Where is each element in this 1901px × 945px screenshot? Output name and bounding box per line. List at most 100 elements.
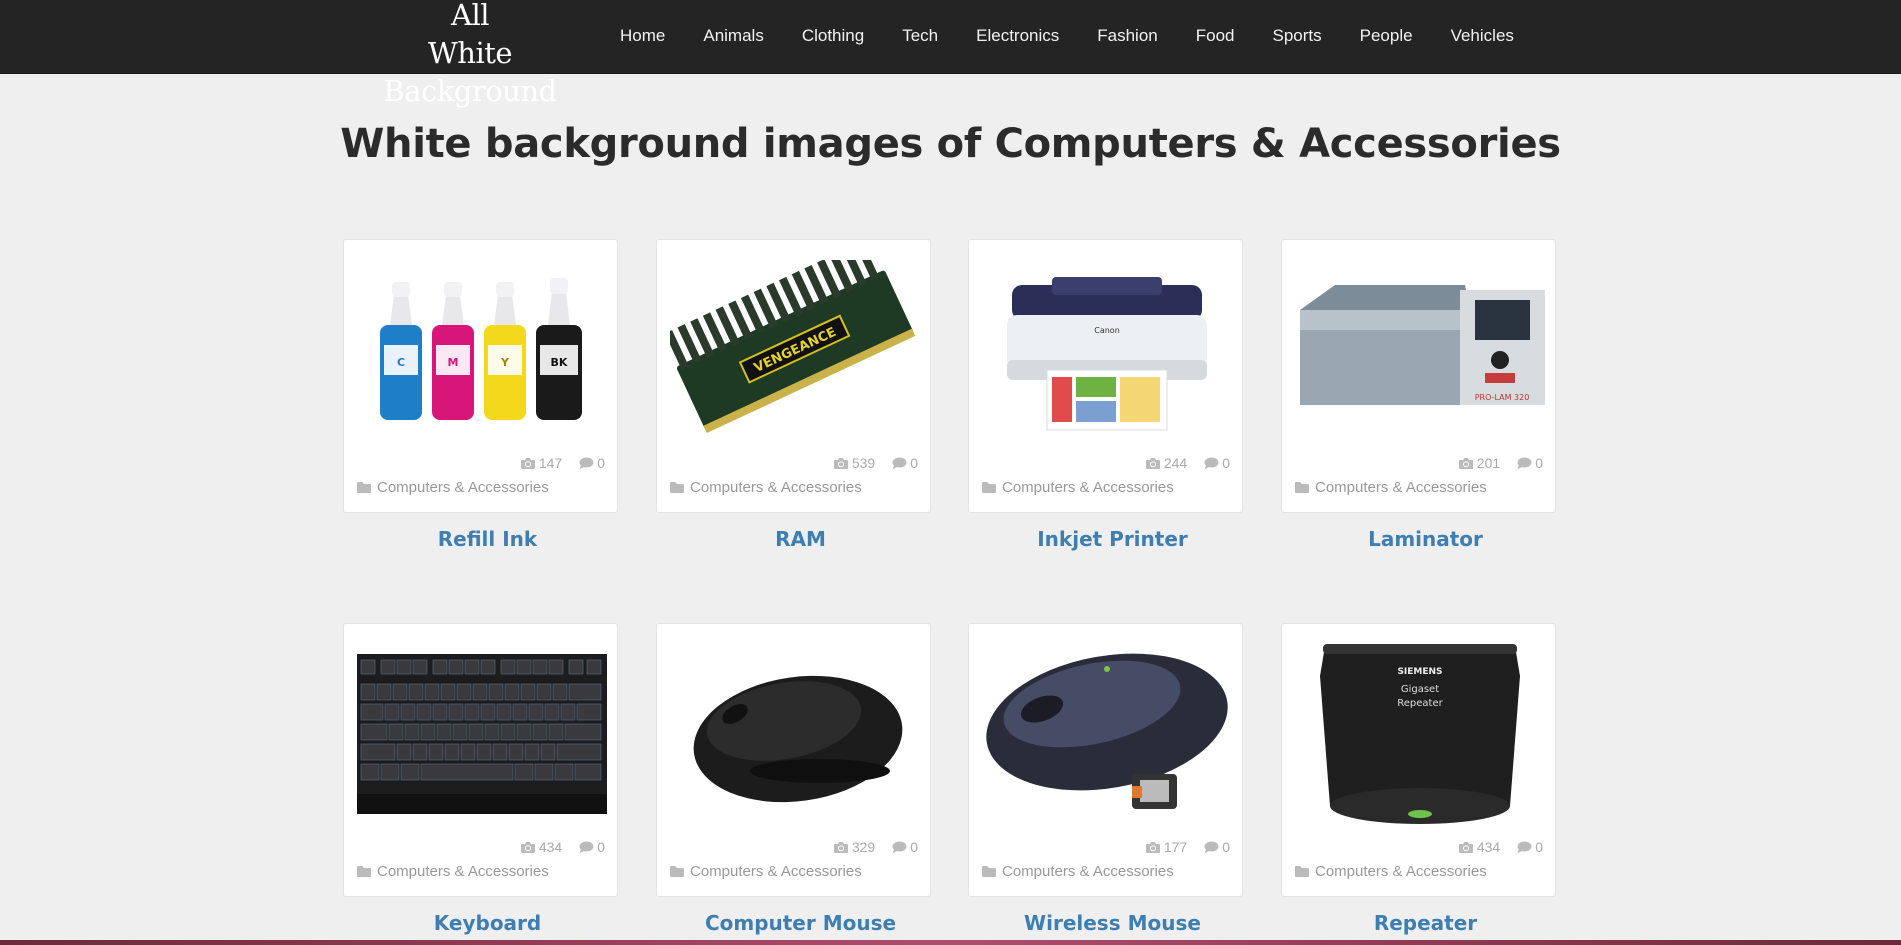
logo-line-2: White Background <box>383 36 557 108</box>
card-title-inkjet-printer[interactable]: Inkjet Printer <box>975 526 1250 552</box>
view-count: 434 <box>1476 839 1501 855</box>
card-ram[interactable]: VENGEANCE 539 0 Computers & Accessories <box>656 239 931 513</box>
comment-icon <box>578 457 594 470</box>
folder-icon <box>1294 865 1310 878</box>
card-title-repeater[interactable]: Repeater <box>1288 910 1563 936</box>
card-title-wireless-mouse[interactable]: Wireless Mouse <box>975 910 1250 936</box>
card-stats: 539 0 <box>823 455 918 471</box>
card-stats: 244 0 <box>1135 455 1230 471</box>
folder-icon <box>669 481 685 494</box>
folder-icon <box>669 865 685 878</box>
product-image[interactable] <box>356 636 607 832</box>
repeater-image: SIEMENS Gigaset Repeater <box>1319 644 1520 824</box>
card-title-keyboard[interactable]: Keyboard <box>350 910 625 936</box>
comment-icon <box>891 841 907 854</box>
ink-y: Y <box>500 356 510 369</box>
comment-icon <box>1516 841 1532 854</box>
comment-count: 0 <box>910 455 918 471</box>
laminator-brand: PRO-LAM 320 <box>1474 393 1529 402</box>
card-category[interactable]: Computers & Accessories <box>669 479 862 496</box>
card-category[interactable]: Computers & Accessories <box>981 479 1174 496</box>
category-label[interactable]: Computers & Accessories <box>1002 863 1174 880</box>
comment-count: 0 <box>910 839 918 855</box>
nav-people[interactable]: People <box>1341 22 1432 50</box>
product-image[interactable]: VENGEANCE <box>669 252 920 448</box>
computer-mouse-image <box>693 675 902 803</box>
card-category[interactable]: Computers & Accessories <box>981 863 1174 880</box>
card-inkjet-printer[interactable]: Canon 244 0 Computers & Accessories <box>968 239 1243 513</box>
category-label[interactable]: Computers & Accessories <box>377 479 549 496</box>
site-logo[interactable]: All White Background <box>344 0 596 110</box>
category-label[interactable]: Computers & Accessories <box>1002 479 1174 496</box>
product-image[interactable]: C M Y BK <box>356 252 607 448</box>
nav-tech[interactable]: Tech <box>883 22 957 50</box>
camera-icon <box>520 841 536 854</box>
card-category[interactable]: Computers & Accessories <box>1294 863 1487 880</box>
view-count: 434 <box>538 839 563 855</box>
comment-icon <box>1203 841 1219 854</box>
card-title-laminator[interactable]: Laminator <box>1288 526 1563 552</box>
category-label[interactable]: Computers & Accessories <box>690 863 862 880</box>
keyboard-image <box>356 654 607 814</box>
comment-count: 0 <box>597 455 605 471</box>
card-category[interactable]: Computers & Accessories <box>356 863 549 880</box>
camera-icon <box>1145 841 1161 854</box>
card-title-ram[interactable]: RAM <box>663 526 938 552</box>
ink-c: C <box>396 356 404 369</box>
product-image[interactable]: SIEMENS Gigaset Repeater <box>1294 636 1545 832</box>
card-title-computer-mouse[interactable]: Computer Mouse <box>663 910 938 936</box>
card-category[interactable]: Computers & Accessories <box>356 479 549 496</box>
comment-icon <box>1203 457 1219 470</box>
view-count: 329 <box>851 839 876 855</box>
comment-count: 0 <box>1222 455 1230 471</box>
nav-electronics[interactable]: Electronics <box>957 22 1078 50</box>
card-wireless-mouse[interactable]: 177 0 Computers & Accessories <box>968 623 1243 897</box>
product-image[interactable] <box>981 636 1232 832</box>
page-title: White background images of Computers & A… <box>340 121 1561 167</box>
logo-line-1: All <box>451 0 490 32</box>
comment-icon <box>891 457 907 470</box>
nav-fashion[interactable]: Fashion <box>1078 22 1176 50</box>
card-title-refill-ink[interactable]: Refill Ink <box>350 526 625 552</box>
comment-count: 0 <box>1535 455 1543 471</box>
category-label[interactable]: Computers & Accessories <box>1315 479 1487 496</box>
category-label[interactable]: Computers & Accessories <box>690 479 862 496</box>
card-refill-ink[interactable]: C M Y BK 147 0 Computers & Accessories <box>343 239 618 513</box>
folder-icon <box>981 481 997 494</box>
inkjet-printer-image: Canon <box>1006 277 1207 431</box>
view-count: 539 <box>851 455 876 471</box>
nav-clothing[interactable]: Clothing <box>783 22 883 50</box>
view-count: 201 <box>1476 455 1501 471</box>
nav-vehicles[interactable]: Vehicles <box>1432 22 1533 50</box>
nav-sports[interactable]: Sports <box>1254 22 1341 50</box>
card-keyboard[interactable]: 434 0 Computers & Accessories <box>343 623 618 897</box>
card-stats: 177 0 <box>1135 839 1230 855</box>
category-label[interactable]: Computers & Accessories <box>1315 863 1487 880</box>
refill-ink-image: C M Y BK <box>379 278 582 420</box>
card-laminator[interactable]: PRO-LAM 320 201 0 Computers & Accessorie… <box>1281 239 1556 513</box>
card-repeater[interactable]: SIEMENS Gigaset Repeater 434 0 Computers… <box>1281 623 1556 897</box>
camera-icon <box>833 841 849 854</box>
folder-icon <box>1294 481 1310 494</box>
main-nav: Home Animals Clothing Tech Electronics F… <box>601 22 1533 50</box>
folder-icon <box>981 865 997 878</box>
nav-home[interactable]: Home <box>601 22 684 50</box>
nav-food[interactable]: Food <box>1177 22 1254 50</box>
comment-count: 0 <box>597 839 605 855</box>
view-count: 147 <box>538 455 563 471</box>
category-label[interactable]: Computers & Accessories <box>377 863 549 880</box>
product-image[interactable]: Canon <box>981 252 1232 448</box>
product-image[interactable]: PRO-LAM 320 <box>1294 252 1545 448</box>
card-category[interactable]: Computers & Accessories <box>1294 479 1487 496</box>
card-computer-mouse[interactable]: 329 0 Computers & Accessories <box>656 623 931 897</box>
nav-animals[interactable]: Animals <box>684 22 782 50</box>
card-category[interactable]: Computers & Accessories <box>669 863 862 880</box>
product-image[interactable] <box>669 636 920 832</box>
camera-icon <box>1458 841 1474 854</box>
camera-icon <box>1145 457 1161 470</box>
comment-icon <box>578 841 594 854</box>
comment-count: 0 <box>1535 839 1543 855</box>
comment-count: 0 <box>1222 839 1230 855</box>
folder-icon <box>356 865 372 878</box>
comment-icon <box>1516 457 1532 470</box>
